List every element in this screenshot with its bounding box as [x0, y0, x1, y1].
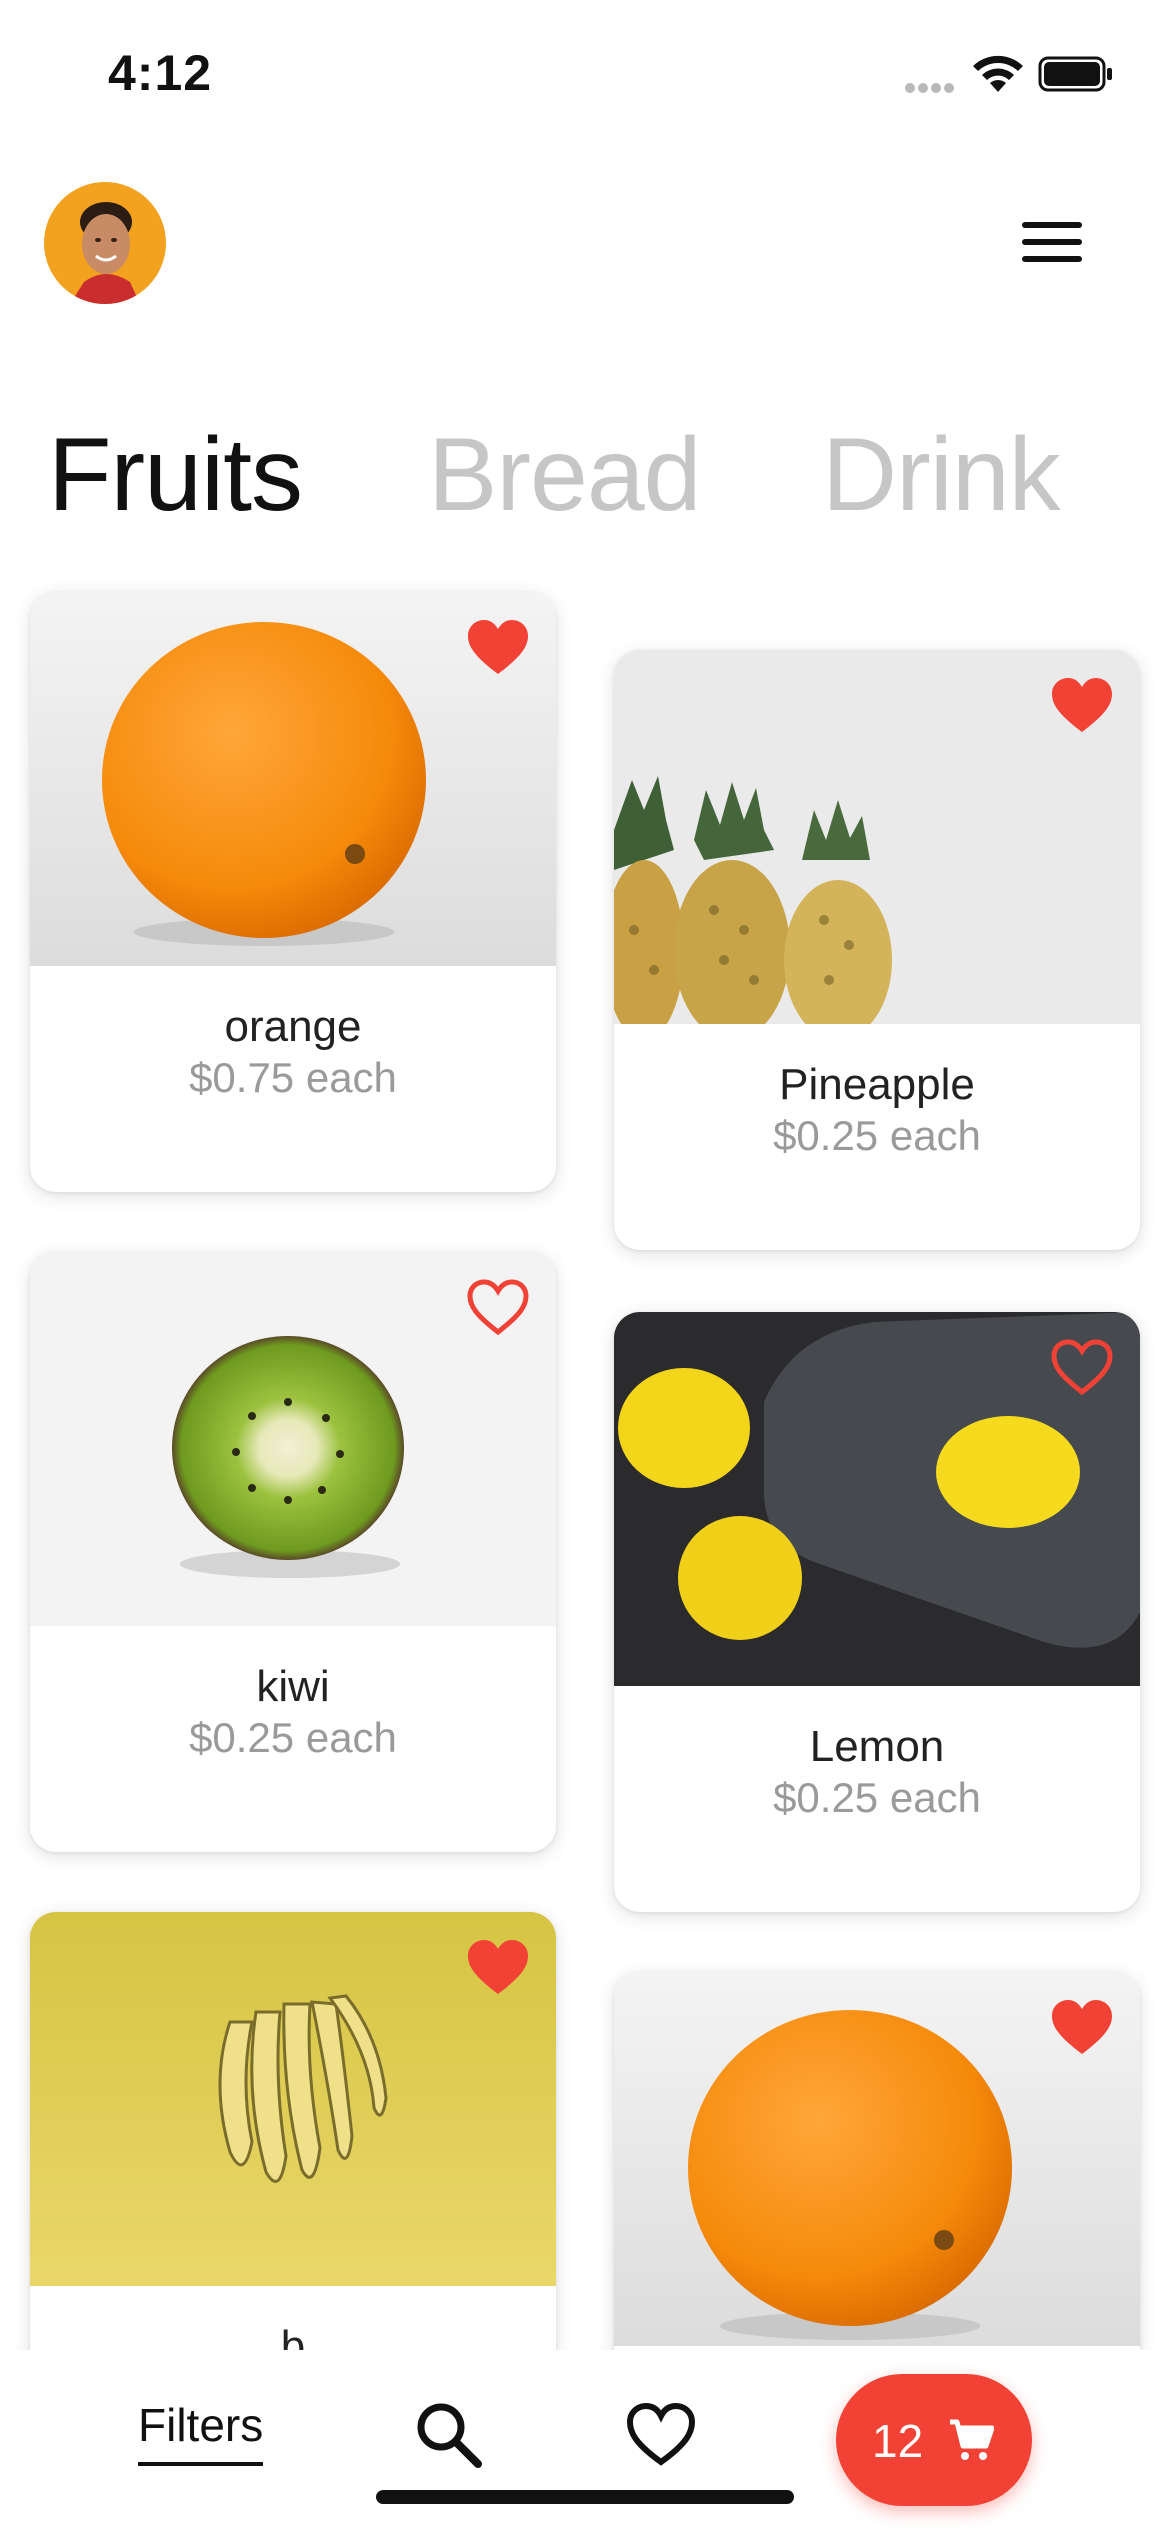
- battery-icon: [1038, 56, 1112, 92]
- product-price: $0.25 each: [189, 1714, 397, 1761]
- product-name: Lemon: [809, 1722, 945, 1771]
- product-card-lemon[interactable]: Lemon $0.25 each: [614, 1312, 1140, 1912]
- signal-icon: [905, 80, 961, 93]
- filters-button[interactable]: Filters: [138, 2398, 264, 2466]
- search-icon[interactable]: [414, 2400, 484, 2470]
- product-name: kiwi: [256, 1662, 330, 1711]
- status-bar: 4:12: [0, 0, 1170, 150]
- tab-bread[interactable]: Bread: [428, 410, 702, 540]
- menu-button[interactable]: [1010, 212, 1086, 272]
- cart-button[interactable]: 12: [836, 2374, 1032, 2506]
- cart-count: 12: [872, 2415, 924, 2467]
- cart-icon: [950, 2419, 994, 2460]
- home-indicator: [376, 2490, 794, 2504]
- product-card-kiwi[interactable]: kiwi $0.25 each: [30, 1252, 556, 1852]
- wifi-icon: [973, 55, 1023, 92]
- product-card-pineapple[interactable]: Pineapple $0.25 each: [614, 650, 1140, 1250]
- product-name: orange: [224, 1002, 362, 1051]
- heart-icon[interactable]: [626, 2402, 696, 2468]
- favorite-heart-icon[interactable]: [1050, 1998, 1114, 2058]
- status-time: 4:12: [108, 45, 213, 101]
- tab-drink[interactable]: Drink: [822, 410, 1061, 540]
- product-price: $0.25 each: [773, 1774, 981, 1821]
- favorite-heart-icon[interactable]: [1050, 676, 1114, 736]
- favorite-heart-outline-icon[interactable]: [466, 1278, 530, 1338]
- product-name: Pineapple: [779, 1060, 975, 1109]
- favorite-heart-outline-icon[interactable]: [1050, 1338, 1114, 1398]
- tab-fruits[interactable]: Fruits: [48, 410, 303, 540]
- favorite-heart-icon[interactable]: [466, 618, 530, 678]
- product-price: $0.25 each: [773, 1112, 981, 1159]
- user-avatar[interactable]: [44, 182, 166, 304]
- product-card-orange[interactable]: orange $0.75 each: [30, 592, 556, 1192]
- product-price: $0.75 each: [189, 1054, 397, 1101]
- favorite-heart-icon[interactable]: [466, 1938, 530, 1998]
- bottom-bar: Filters 12: [0, 2350, 1170, 2532]
